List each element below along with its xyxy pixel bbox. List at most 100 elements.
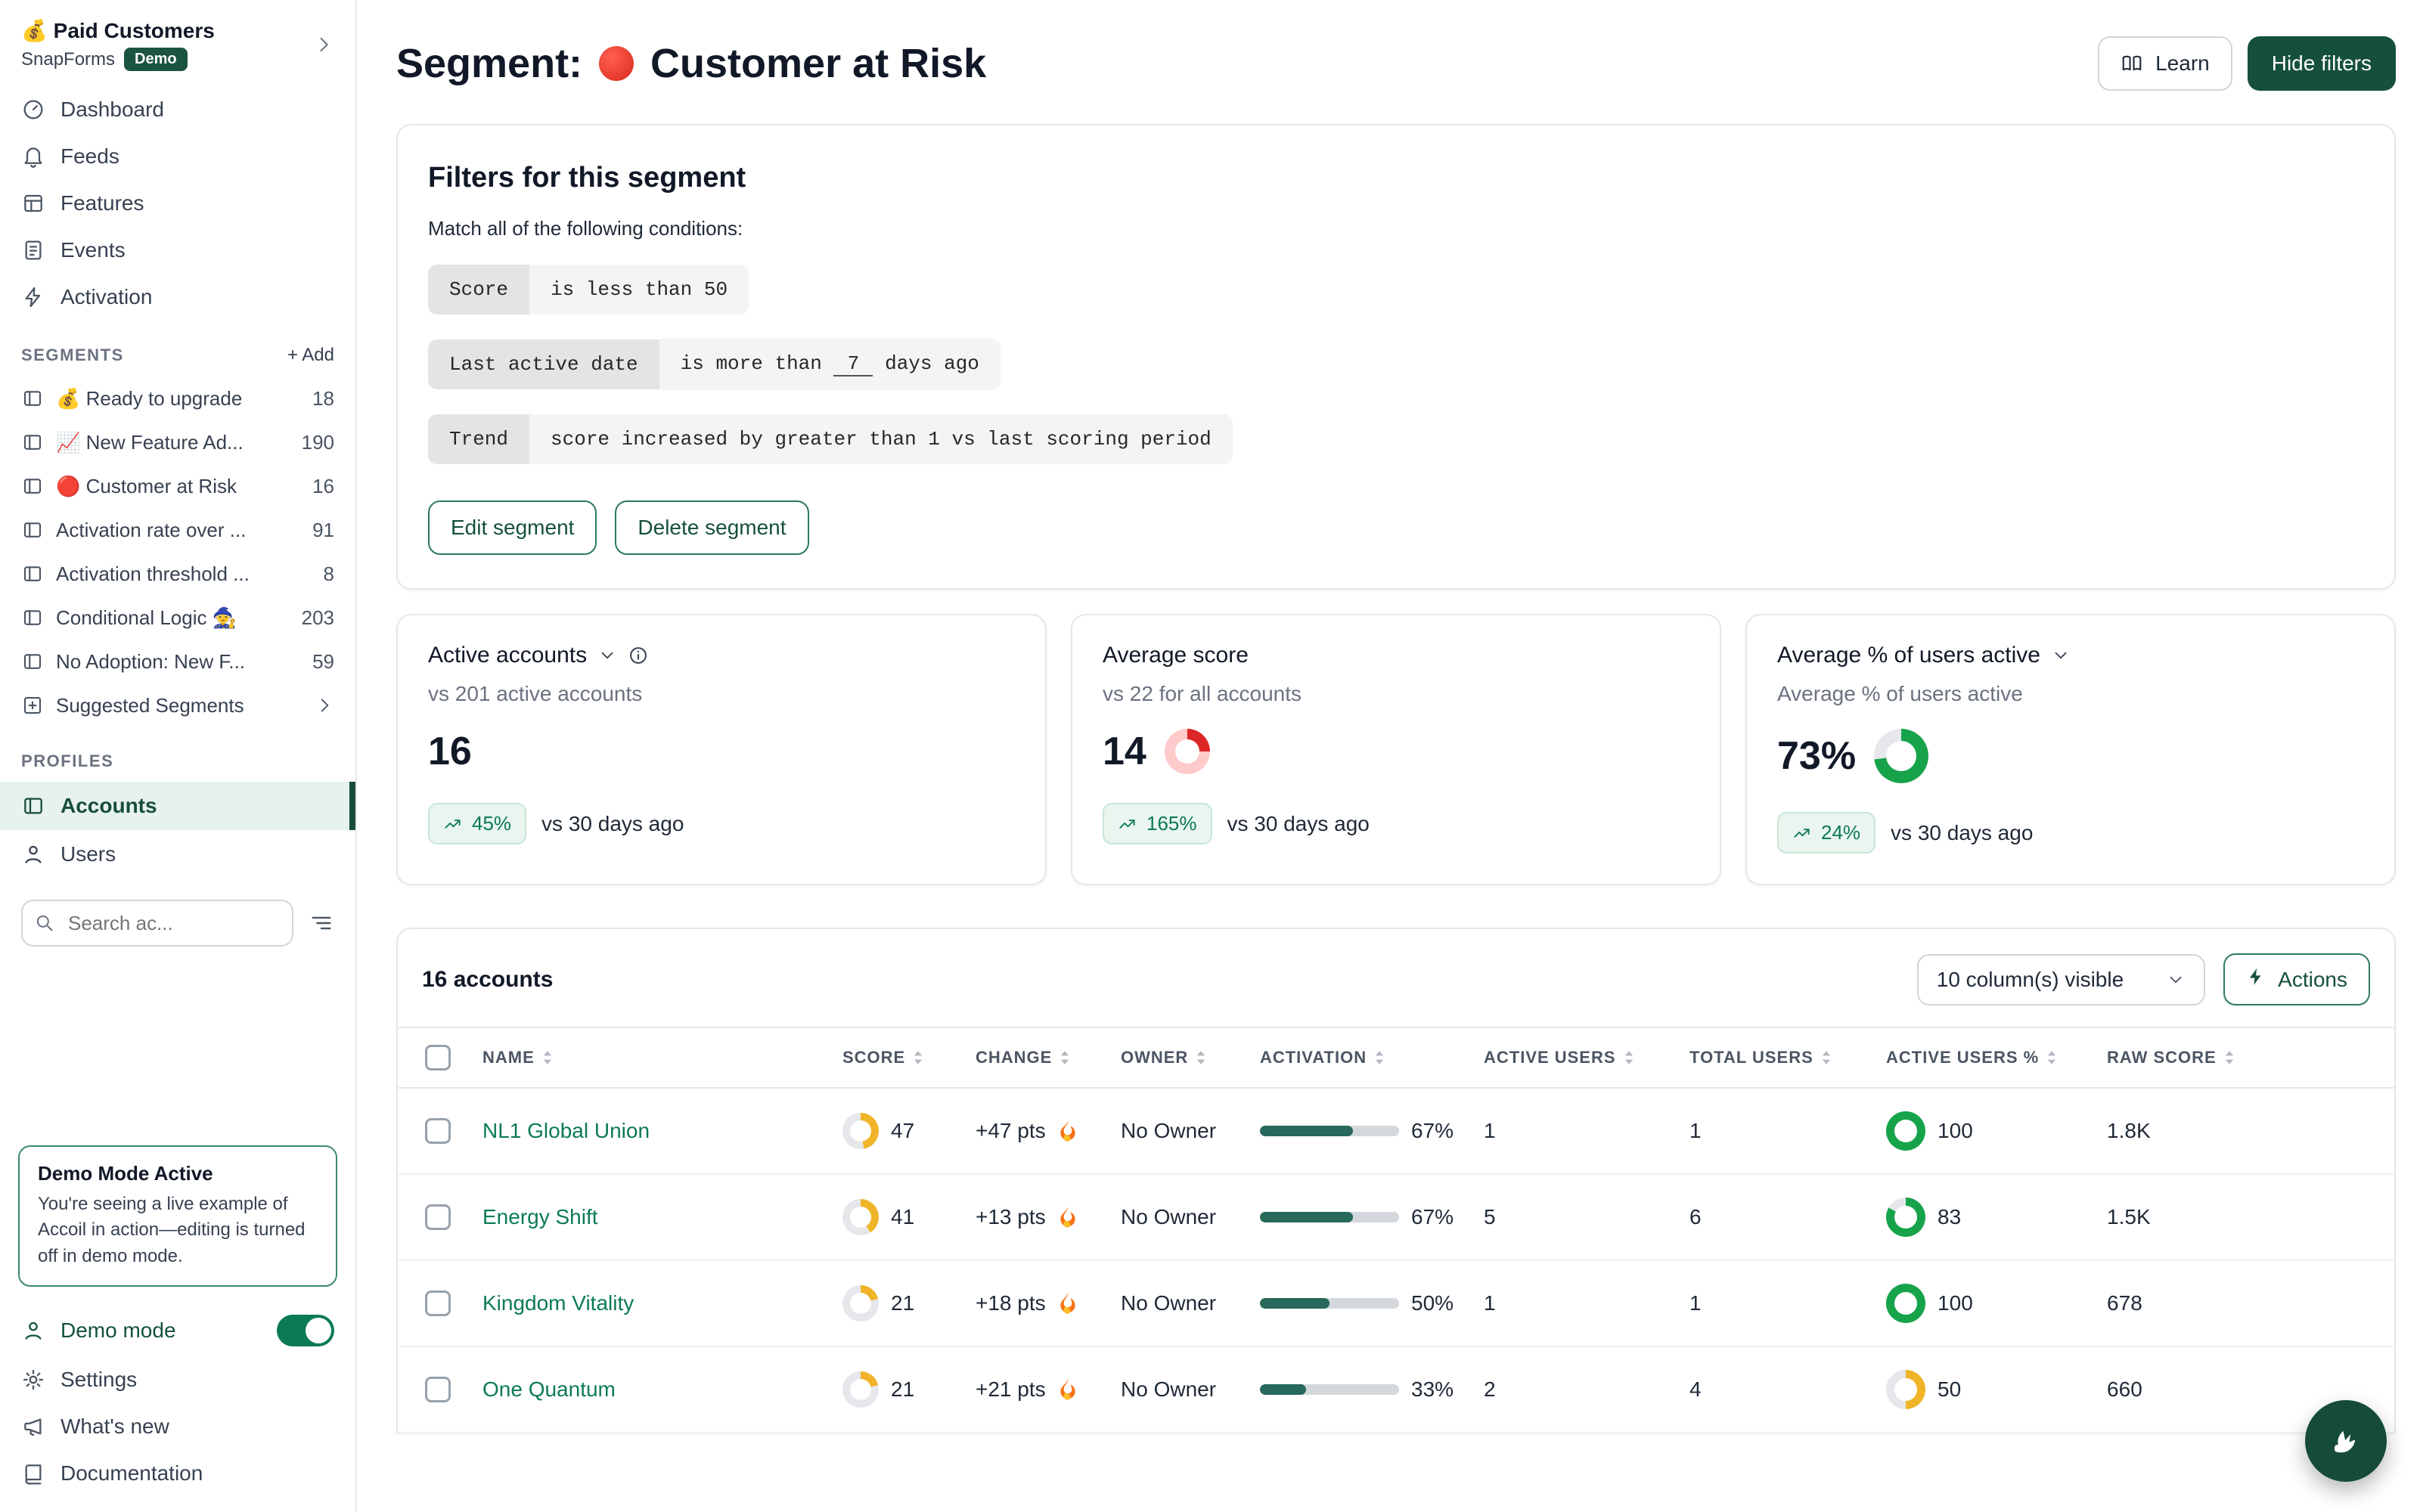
select-all-checkbox[interactable] [425, 1045, 451, 1070]
active-users-value: 2 [1469, 1346, 1674, 1433]
filter-list-icon[interactable] [309, 910, 334, 936]
column-header-raw-score[interactable]: Raw Score [2092, 1027, 2394, 1088]
accounts-icon [21, 794, 45, 818]
column-header-change[interactable]: Change [960, 1027, 1106, 1088]
segments-title: SEGMENTS [21, 345, 124, 365]
dashboard-icon [21, 98, 45, 122]
learn-label: Learn [2155, 51, 2210, 76]
column-header-name[interactable]: Name [467, 1027, 827, 1088]
sidebar-segment-conditional-logic[interactable]: Conditional Logic 🧙 203 [0, 596, 355, 640]
demo-mode-toggle[interactable] [277, 1315, 334, 1346]
sidebar-segment-activation-rate[interactable]: Activation rate over ... 91 [0, 508, 355, 552]
sidebar-item-documentation[interactable]: Documentation [0, 1450, 355, 1497]
activation-bar [1260, 1384, 1399, 1395]
sidebar-segment-ready-to-upgrade[interactable]: 💰 Ready to upgrade 18 [0, 376, 355, 420]
column-header-active-users[interactable]: Active Users [1469, 1027, 1674, 1088]
info-icon[interactable] [628, 645, 649, 666]
activation-bar [1260, 1298, 1399, 1309]
owner-value: No Owner [1106, 1088, 1245, 1174]
workspace-switcher[interactable]: 💰 Paid Customers SnapForms Demo [0, 12, 355, 86]
row-checkbox[interactable] [425, 1290, 451, 1316]
edit-segment-button[interactable]: Edit segment [428, 500, 597, 555]
condition-rule: is more than 7 days ago [659, 339, 1001, 390]
column-header-active-users-pct[interactable]: Active Users % [1871, 1027, 2092, 1088]
hide-filters-button[interactable]: Hide filters [2248, 36, 2396, 91]
condition-rule: score increased by greater than 1 vs las… [529, 414, 1233, 464]
segment-label: 📈 New Feature Ad... [56, 431, 290, 454]
account-name-link[interactable]: Kingdom Vitality [482, 1291, 634, 1315]
learn-button[interactable]: Learn [2098, 36, 2232, 91]
column-header-score[interactable]: Score [827, 1027, 960, 1088]
sidebar: 💰 Paid Customers SnapForms Demo Dashboar… [0, 0, 357, 1512]
nav-label: Activation [60, 285, 152, 309]
active-users-value: 5 [1469, 1174, 1674, 1260]
chevron-right-icon [313, 34, 334, 55]
row-checkbox[interactable] [425, 1118, 451, 1144]
sidebar-segment-activation-threshold[interactable]: Activation threshold ... 8 [0, 552, 355, 596]
owner-value: No Owner [1106, 1260, 1245, 1346]
demo-badge: Demo [124, 48, 188, 71]
sidebar-item-events[interactable]: Events [0, 227, 355, 274]
nav-label: Features [60, 191, 144, 215]
main-content: Segment: Customer at Risk Learn Hide fil… [357, 0, 2420, 1512]
active-users-value: 1 [1469, 1260, 1674, 1346]
sidebar-item-users[interactable]: Users [0, 830, 355, 878]
condition-rule-post: days ago [885, 352, 979, 375]
activation-bar [1260, 1126, 1399, 1136]
chevron-down-icon[interactable] [597, 646, 617, 665]
delete-segment-button[interactable]: Delete segment [615, 500, 808, 555]
search-input[interactable] [21, 900, 293, 947]
delta-note: vs 30 days ago [1891, 821, 2033, 845]
column-header-activation[interactable]: Activation [1245, 1027, 1469, 1088]
sidebar-segment-customer-at-risk[interactable]: 🔴 Customer at Risk 16 [0, 464, 355, 508]
sort-icon [1821, 1049, 1832, 1066]
sidebar-item-whats-new[interactable]: What's new [0, 1403, 355, 1450]
change-value: +21 pts [976, 1377, 1046, 1402]
active-pct-value: 83 [1938, 1205, 1961, 1229]
delta-note: vs 30 days ago [1227, 812, 1370, 836]
chevron-right-icon [315, 696, 334, 715]
sidebar-item-settings[interactable]: Settings [0, 1356, 355, 1403]
sidebar-item-dashboard[interactable]: Dashboard [0, 86, 355, 133]
account-name-link[interactable]: Energy Shift [482, 1205, 598, 1228]
profile-label: Accounts [60, 794, 157, 818]
demo-mode-label: Demo mode [60, 1318, 176, 1343]
fire-icon [1058, 1120, 1078, 1142]
score-donut [842, 1113, 879, 1149]
segment-count: 16 [312, 475, 334, 498]
columns-visible-select[interactable]: 10 column(s) visible [1917, 954, 2205, 1005]
sort-icon [2046, 1049, 2057, 1066]
sidebar-suggested-segments[interactable]: Suggested Segments [0, 683, 355, 727]
delta-badge: 165% [1103, 803, 1212, 844]
sidebar-item-accounts[interactable]: Accounts [0, 782, 355, 830]
sidebar-segment-new-feature[interactable]: 📈 New Feature Ad... 190 [0, 420, 355, 464]
sort-icon [913, 1049, 923, 1066]
stat-title: Active accounts [428, 643, 587, 668]
sidebar-item-features[interactable]: Features [0, 180, 355, 227]
chevron-down-icon [2166, 970, 2186, 990]
help-fab[interactable] [2305, 1400, 2387, 1482]
profile-label: Users [60, 842, 116, 866]
fire-icon [1058, 1206, 1078, 1228]
sidebar-segment-no-adoption[interactable]: No Adoption: New F... 59 [0, 640, 355, 683]
row-checkbox[interactable] [425, 1204, 451, 1230]
page-title-prefix: Segment: [396, 40, 582, 87]
add-segment-button[interactable]: + Add [287, 345, 334, 366]
sidebar-item-activation[interactable]: Activation [0, 274, 355, 321]
sidebar-item-feeds[interactable]: Feeds [0, 133, 355, 180]
account-name-link[interactable]: NL1 Global Union [482, 1119, 650, 1142]
filter-condition: Scoreis less than 50 [428, 265, 2364, 314]
segment-icon [21, 519, 44, 541]
lightning-icon [2246, 967, 2266, 992]
account-name-link[interactable]: One Quantum [482, 1377, 616, 1401]
chevron-down-icon[interactable] [2051, 646, 2071, 665]
table-row: One Quantum 21 +21 pts No Owner 33% 2 4 … [398, 1346, 2394, 1433]
score-donut [842, 1285, 879, 1321]
column-header-owner[interactable]: Owner [1106, 1027, 1245, 1088]
row-checkbox[interactable] [425, 1377, 451, 1402]
actions-button[interactable]: Actions [2223, 953, 2370, 1005]
column-header-total-users[interactable]: Total Users [1674, 1027, 1871, 1088]
change-value: +18 pts [976, 1291, 1046, 1315]
page-title-segment: Customer at Risk [650, 40, 986, 87]
segment-icon [21, 387, 44, 410]
